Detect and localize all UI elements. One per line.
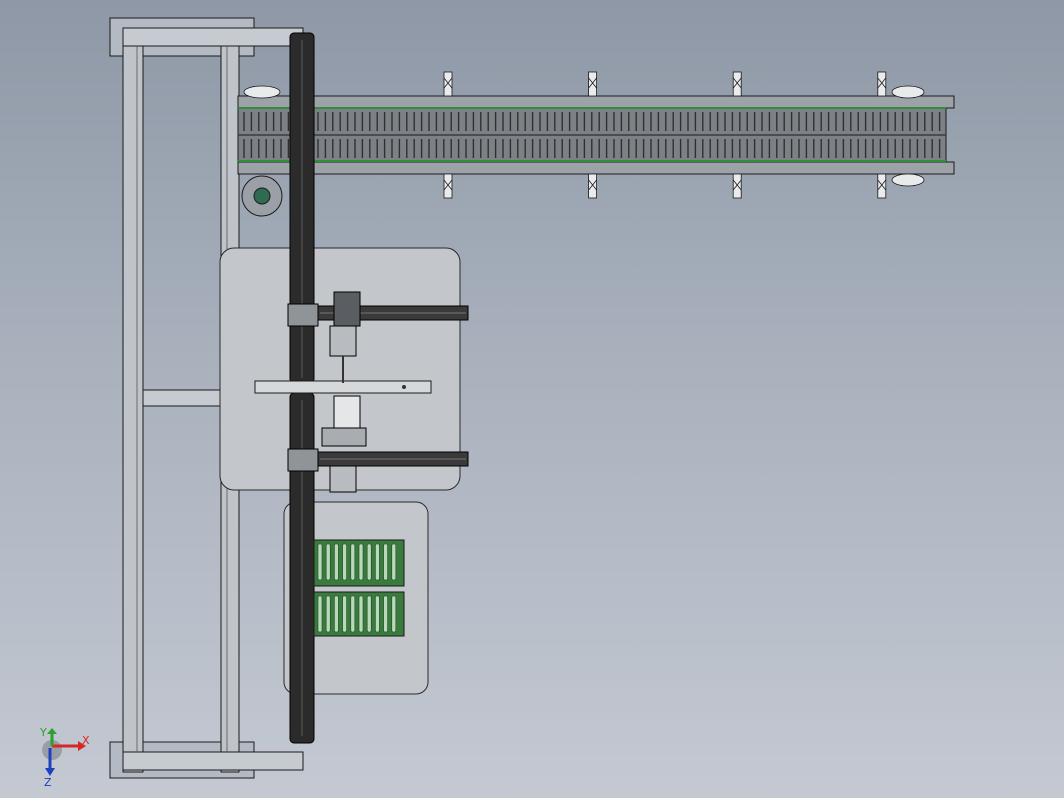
- tray-slot: [350, 543, 356, 581]
- tray-slot: [375, 543, 380, 581]
- tray-slot: [342, 595, 347, 633]
- tray-slot: [317, 543, 323, 581]
- tray-slot: [334, 595, 339, 633]
- belt-outer-rail-top: [237, 95, 955, 109]
- tray-slot: [391, 543, 397, 581]
- triad-x-label: X: [82, 734, 90, 747]
- belt-drive-hub: [253, 187, 271, 205]
- roller-support-bottom: [588, 173, 597, 199]
- tray-slot: [383, 543, 388, 581]
- tray-slot: [350, 595, 356, 633]
- tray-slot: [391, 595, 397, 633]
- cad-model-drawing[interactable]: X Y Z: [0, 0, 1064, 798]
- pick-arm-lower-head-base: [321, 427, 367, 447]
- triad-y-arrow: [47, 728, 57, 734]
- tray-slot: [358, 595, 364, 633]
- tray-slot: [325, 543, 331, 581]
- triad-y-label: Y: [39, 726, 47, 739]
- frame-left-beam: [122, 27, 144, 773]
- roller-support-top: [732, 71, 742, 97]
- frame-middle-crossbar: [142, 389, 224, 407]
- tray-slot: [317, 595, 323, 633]
- conveyor-belt[interactable]: [237, 71, 955, 217]
- tray-slot: [383, 595, 388, 633]
- gantry-crossbeam-bolt: [402, 385, 406, 389]
- roller-support-bottom: [443, 173, 453, 199]
- belt-idler-bottom-right: [891, 173, 925, 187]
- belt-idler-top-right: [891, 85, 925, 99]
- roller-support-top: [877, 71, 887, 97]
- belt-idler-top-left: [243, 85, 281, 99]
- triad-z-label: Z: [44, 776, 52, 789]
- pick-arm-upper-motor[interactable]: [333, 291, 361, 327]
- roller-support-top: [588, 71, 597, 97]
- tray-slot: [325, 595, 331, 633]
- pick-arm-upper-gripper[interactable]: [329, 325, 357, 357]
- tray-slot: [342, 543, 347, 581]
- belt-outer-rail-bottom: [237, 161, 955, 175]
- roller-support-bottom: [877, 173, 887, 199]
- tray-slot: [366, 543, 372, 581]
- pick-arm-upper-carriage[interactable]: [287, 303, 319, 327]
- roller-support-top: [443, 71, 453, 97]
- coordinate-triad: X Y Z: [39, 726, 90, 789]
- pick-arm-lower-gripper[interactable]: [329, 465, 357, 493]
- frame-bottom-crossbar: [122, 751, 304, 771]
- tray-slot: [375, 595, 380, 633]
- roller-support-bottom: [732, 173, 742, 199]
- pick-arm-lower-carriage[interactable]: [287, 448, 319, 472]
- frame-top-crossbar: [122, 27, 304, 47]
- tray-slot: [366, 595, 372, 633]
- triad-z-arrow: [45, 768, 55, 776]
- cad-viewport[interactable]: X Y Z: [0, 0, 1064, 798]
- tray-slot: [334, 543, 339, 581]
- tray-slot: [358, 543, 364, 581]
